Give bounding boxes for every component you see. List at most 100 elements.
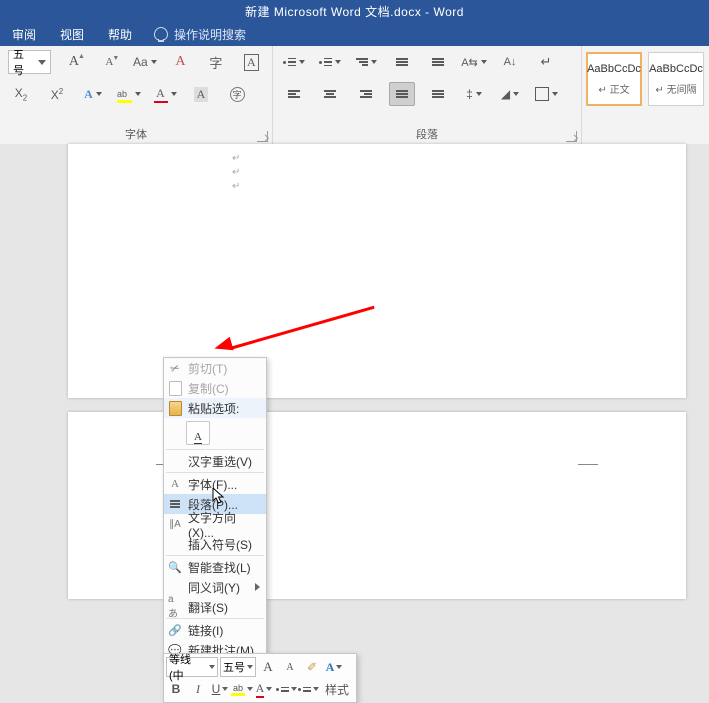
clear-formatting-button[interactable]: A: [168, 50, 193, 74]
multilevel-list-button[interactable]: [353, 50, 379, 74]
highlight-icon: [117, 86, 132, 103]
page-2[interactable]: [68, 412, 686, 599]
increase-indent-button[interactable]: [425, 50, 451, 74]
align-distributed-button[interactable]: [425, 82, 451, 106]
ctx-paste-option-keep-text[interactable]: A: [164, 418, 266, 448]
highlight-button[interactable]: [116, 82, 142, 106]
change-case-button[interactable]: Aa: [132, 50, 158, 74]
multilevel-icon: [356, 57, 368, 67]
chevron-down-icon: [38, 60, 46, 65]
character-border-button[interactable]: A: [239, 50, 264, 74]
subscript-button[interactable]: X2: [8, 82, 34, 106]
numbering-icon: [298, 687, 311, 692]
superscript-button[interactable]: X2: [44, 82, 70, 106]
pilcrow-icon: ↵: [541, 54, 552, 70]
translate-icon: aあ: [168, 600, 182, 614]
scissors-icon: ✂: [166, 359, 184, 377]
mini-format-painter-button[interactable]: ✐: [302, 657, 322, 677]
sort-button[interactable]: A↓: [497, 50, 523, 74]
mini-bullets-button[interactable]: [276, 679, 296, 699]
mini-font-name-select[interactable]: 等线 (中: [166, 657, 218, 677]
page-1[interactable]: ↵↵↵: [68, 144, 686, 398]
context-menu: ✂ 剪切(T) 复制(C) 粘贴选项: A 汉字重选(V) A 字体(F)...…: [163, 357, 267, 661]
mini-numbering-button[interactable]: [298, 679, 318, 699]
font-dialog-launcher[interactable]: [257, 131, 268, 142]
mini-font-color-button[interactable]: A: [254, 679, 274, 699]
mini-styles-button[interactable]: A: [324, 657, 344, 677]
tab-help[interactable]: 帮助: [96, 22, 144, 46]
ctx-font[interactable]: A 字体(F)...: [164, 474, 266, 494]
format-painter-icon: ✐: [307, 660, 317, 674]
tell-me-search[interactable]: 操作说明搜索: [154, 26, 246, 43]
tab-view[interactable]: 视图: [48, 22, 96, 46]
align-center-button[interactable]: [317, 82, 343, 106]
numbering-button[interactable]: [317, 50, 343, 74]
line-spacing-button[interactable]: ‡: [461, 82, 487, 106]
align-justify-icon: [396, 89, 408, 99]
separator: [166, 449, 264, 450]
ctx-cut[interactable]: ✂ 剪切(T): [164, 358, 266, 378]
align-distributed-icon: [432, 89, 444, 99]
paragraph-marks: ↵↵↵: [232, 152, 240, 194]
link-icon: 🔗: [168, 623, 182, 637]
ctx-translate[interactable]: aあ 翻译(S): [164, 597, 266, 617]
mini-grow-font-button[interactable]: A: [258, 657, 278, 677]
bullets-button[interactable]: [281, 50, 307, 74]
font-a-icon: A: [168, 477, 182, 491]
outdent-icon: [396, 57, 408, 67]
mini-bold-button[interactable]: B: [166, 679, 186, 699]
mini-highlight-button[interactable]: ab: [232, 679, 252, 699]
ctx-reconvert[interactable]: 汉字重选(V): [164, 451, 266, 471]
character-shading-button[interactable]: A: [188, 82, 214, 106]
line-spacing-icon: ‡: [466, 87, 473, 101]
tab-review[interactable]: 审阅: [0, 22, 48, 46]
group-paragraph: A⇆ A↓ ↵ ‡ ◢ 段落: [273, 46, 582, 144]
ctx-copy[interactable]: 复制(C): [164, 378, 266, 398]
text-direction-icon: ∥A: [168, 517, 182, 531]
ctx-smart-lookup[interactable]: 🔍 智能查找(L): [164, 557, 266, 577]
asian-layout-button[interactable]: A⇆: [461, 50, 487, 74]
font-size-select[interactable]: 五号: [8, 50, 51, 74]
indent-icon: [432, 57, 444, 67]
ctx-text-direction[interactable]: ∥A 文字方向(X)...: [164, 514, 266, 534]
copy-icon: [168, 381, 182, 395]
align-center-icon: [324, 89, 336, 99]
separator: [166, 618, 264, 619]
align-left-button[interactable]: [281, 82, 307, 106]
align-right-button[interactable]: [353, 82, 379, 106]
paragraph-lines-icon: [168, 497, 182, 511]
borders-icon: [535, 87, 549, 101]
enclose-characters-button[interactable]: 字: [224, 82, 250, 106]
phonetic-guide-button[interactable]: 字: [203, 50, 228, 74]
style-normal[interactable]: AaBbCcDc ↵ 正文: [586, 52, 642, 106]
grow-font-button[interactable]: A▲: [61, 50, 86, 74]
separator: [166, 472, 264, 473]
ctx-link[interactable]: 🔗 链接(I): [164, 620, 266, 640]
shading-button[interactable]: ◢: [497, 82, 523, 106]
lightbulb-icon: [154, 27, 168, 41]
ctx-insert-symbol[interactable]: 插入符号(S): [164, 534, 266, 554]
window-title: 新建 Microsoft Word 文档.docx - Word: [245, 3, 464, 20]
margin-mark-right: [578, 464, 598, 465]
shrink-font-button[interactable]: A▼: [97, 50, 122, 74]
ribbon: 五号 A▲ A▼ Aa A 字 A X2 X2 A A A 字 字体: [0, 46, 709, 145]
align-justify-button[interactable]: [389, 82, 415, 106]
clipboard-icon: [168, 401, 182, 415]
decrease-indent-button[interactable]: [389, 50, 415, 74]
mini-underline-button[interactable]: U: [210, 679, 230, 699]
borders-button[interactable]: [533, 82, 559, 106]
show-marks-button[interactable]: ↵: [533, 50, 559, 74]
mini-shrink-font-button[interactable]: A: [280, 657, 300, 677]
paragraph-dialog-launcher[interactable]: [566, 131, 577, 142]
bullets-icon: [276, 687, 289, 692]
mini-font-size-select[interactable]: 五号: [220, 657, 256, 677]
search-placeholder: 操作说明搜索: [174, 26, 246, 43]
paste-keep-text-icon: A: [186, 421, 210, 445]
style-nospacing[interactable]: AaBbCcDc ↵ 无间隔: [648, 52, 704, 106]
asian-layout-icon: A⇆: [461, 56, 478, 69]
mini-italic-button[interactable]: I: [188, 679, 208, 699]
app-name: Word: [434, 5, 464, 19]
font-color-button[interactable]: A: [152, 82, 178, 106]
text-effects-button[interactable]: A: [80, 82, 106, 106]
mini-styles-label-button[interactable]: 样式: [320, 679, 354, 699]
